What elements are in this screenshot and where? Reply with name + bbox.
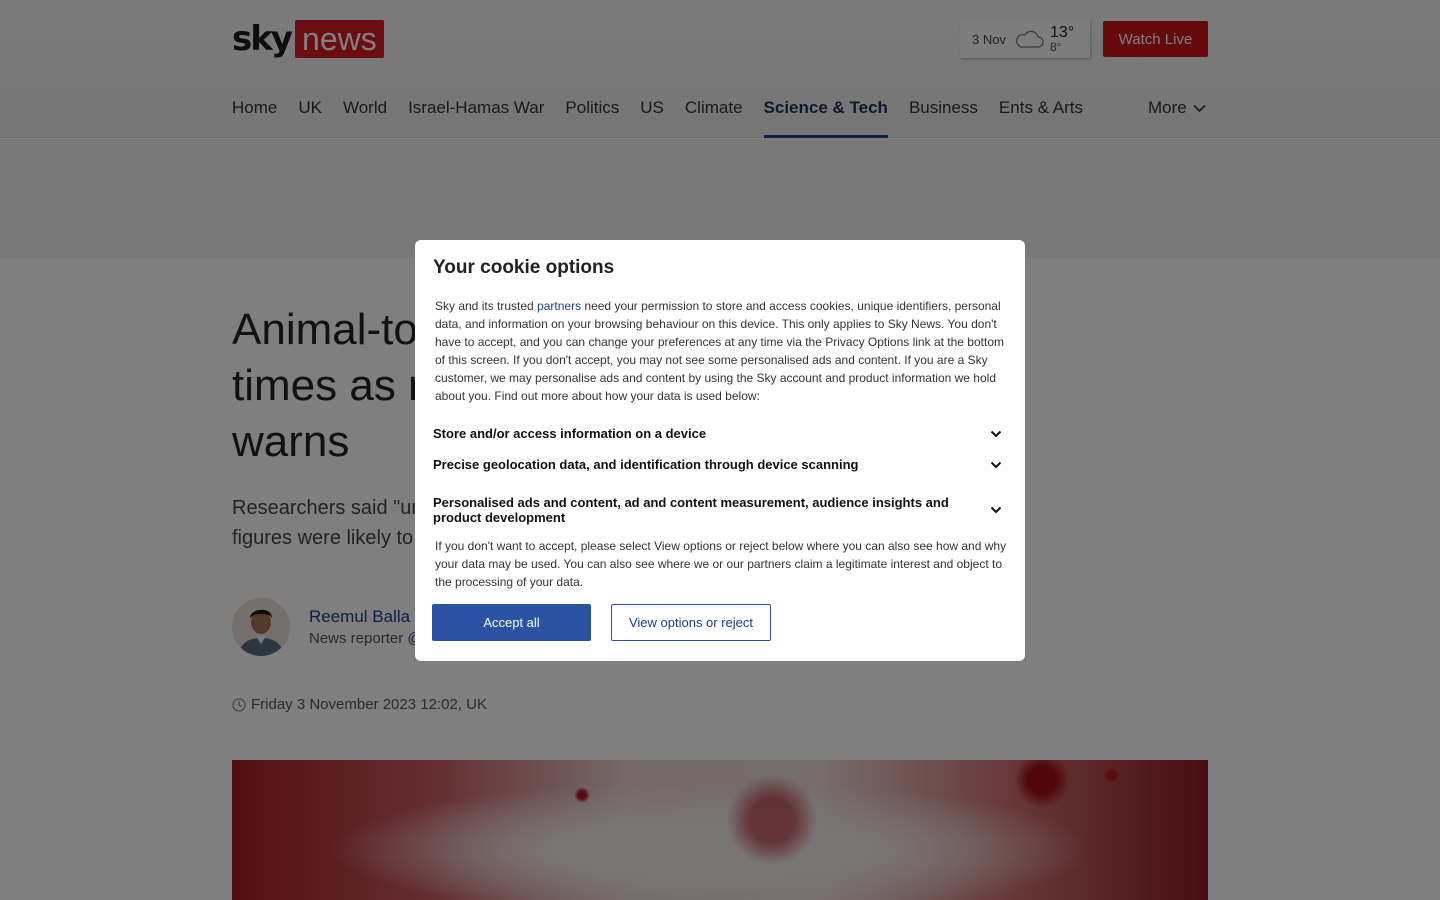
view-options-reject-button[interactable]: View options or reject	[611, 604, 771, 641]
purpose-label: Personalised ads and content, ad and con…	[433, 495, 949, 525]
chevron-down-icon	[990, 430, 1002, 437]
purpose-store-access[interactable]: Store and/or access information on a dev…	[433, 426, 1003, 441]
purpose-label: Store and/or access information on a dev…	[433, 426, 707, 441]
purpose-personalised-ads[interactable]: Personalised ads and content, ad and con…	[433, 495, 1003, 525]
accept-all-button[interactable]: Accept all	[432, 604, 591, 641]
cookie-dialog-intro: Sky and its trusted partners need your p…	[435, 297, 1015, 405]
intro-text-before: Sky and its trusted	[435, 299, 538, 313]
intro-text-after: need your permission to store and access…	[435, 299, 1004, 403]
cookie-consent-dialog: Your cookie options Sky and its trusted …	[415, 240, 1025, 661]
purpose-label: Precise geolocation data, and identifica…	[433, 457, 859, 472]
chevron-down-icon	[990, 506, 1002, 514]
cookie-dialog-note: If you don't want to accept, please sele…	[435, 539, 1007, 589]
chevron-down-icon	[990, 461, 1002, 468]
partners-link[interactable]: partners	[537, 299, 581, 313]
purpose-geolocation[interactable]: Precise geolocation data, and identifica…	[433, 457, 1003, 472]
cookie-dialog-title: Your cookie options	[433, 257, 615, 278]
